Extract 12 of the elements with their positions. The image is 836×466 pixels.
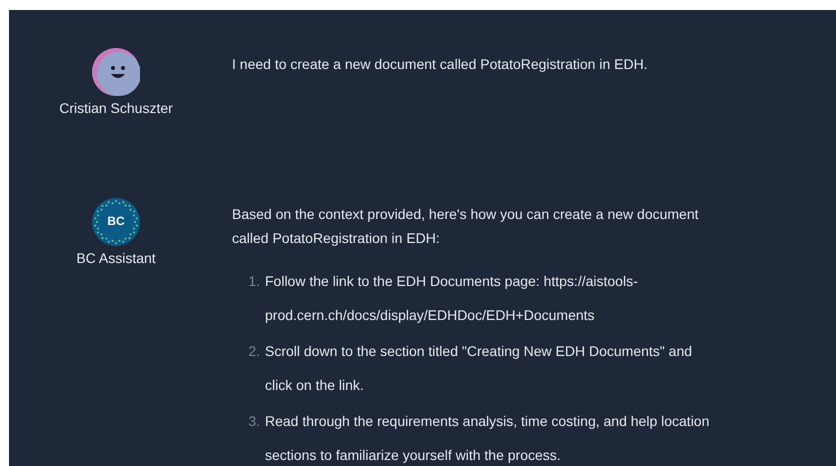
step-number: 3. [247,412,261,431]
assistant-avatar: BC [92,198,140,246]
step-text: Follow the link to the EDH Documents page: https://aistools-prod.cern.ch/docs/display/EDHDoc/EDH+Documents [265,272,639,325]
step-text: Read through the requirements analysis, time costing, and help location sections to familiarize yourself with the process. [265,412,710,465]
message-text: I need to create a new document called PotatoRegistration in EDH. [232,55,649,74]
step-number: 2. [247,342,261,361]
author-name: Cristian Schuszter [59,100,173,116]
step-number: 1. [247,272,261,291]
message-text: Based on the context provided, here's how you can create a new document called PotatoRegistration in EDH: [232,205,700,248]
author-name: BC Assistant [76,250,156,266]
step-text: Scroll down to the section titled "Creating New EDH Documents" and click on the link. [265,342,694,395]
avatar-icon [92,48,140,96]
